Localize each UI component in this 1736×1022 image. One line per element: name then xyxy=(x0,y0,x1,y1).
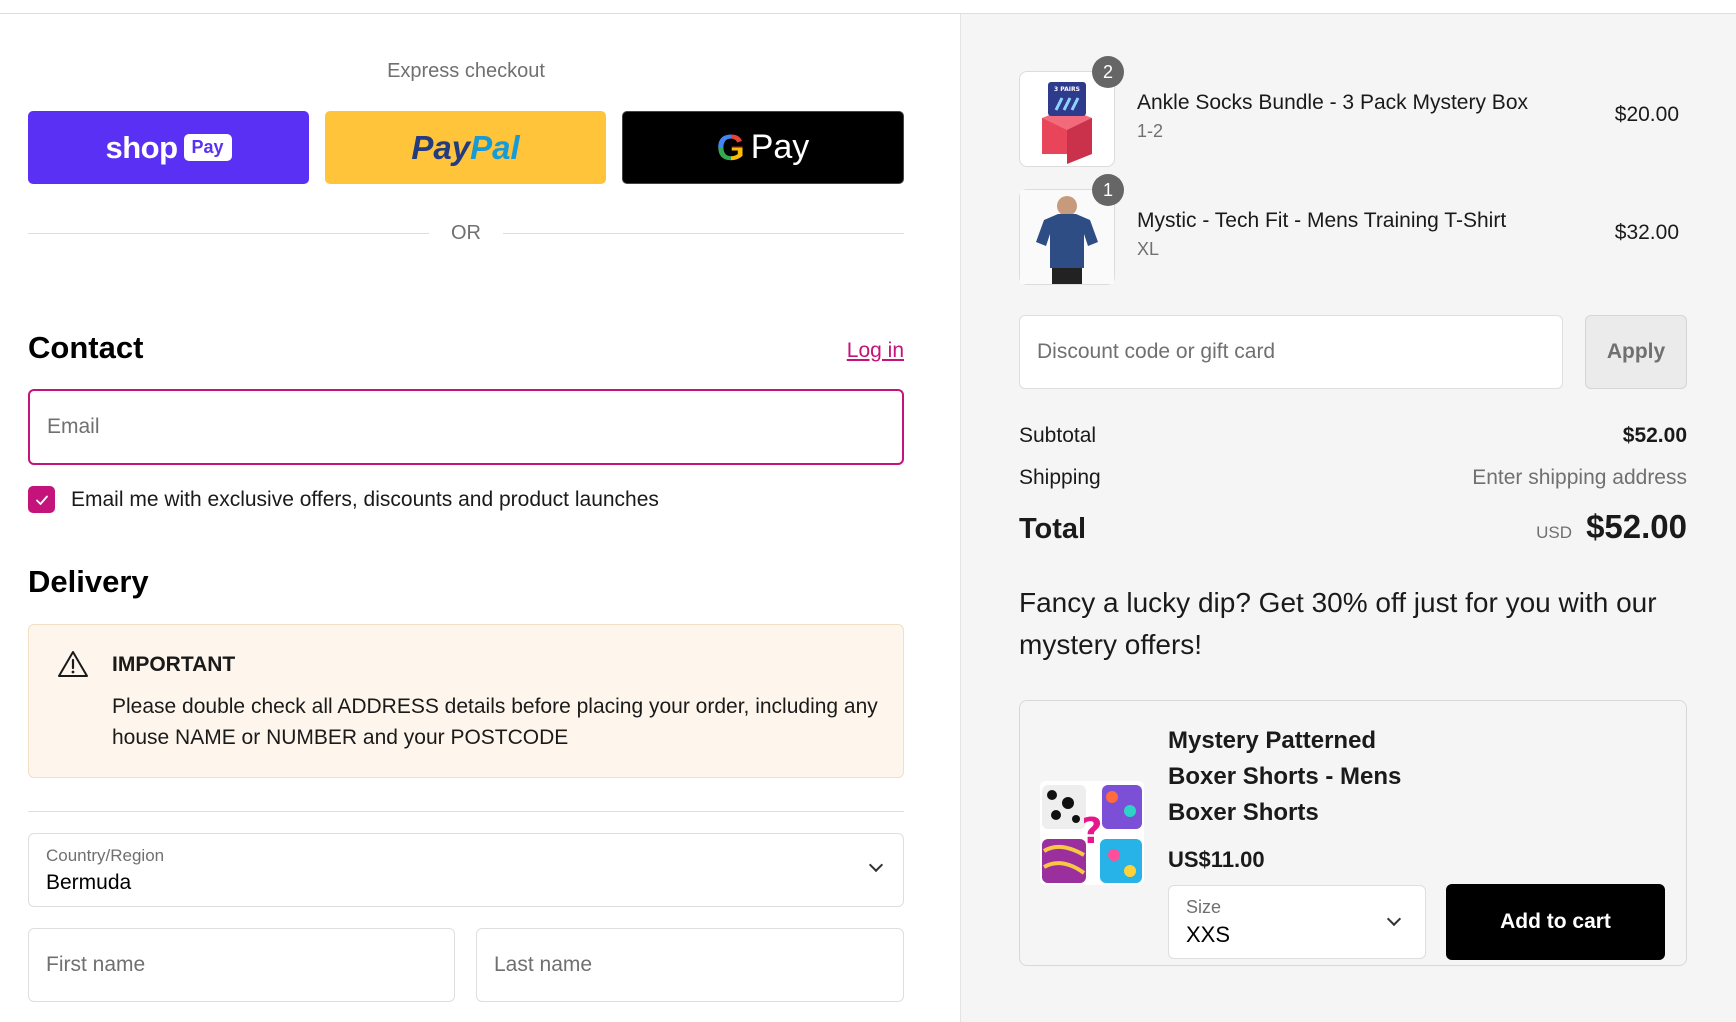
paypal-button[interactable]: PayPal xyxy=(325,111,606,184)
paypal-wordmark-pal: Pal xyxy=(470,128,520,166)
cart-item-variant: 1-2 xyxy=(1137,121,1164,141)
checkout-form-column: Express checkout shop Pay PayPal G Pay O… xyxy=(0,14,960,1022)
box-label-text: 3 PAIRS xyxy=(1054,86,1080,93)
upsell-offer-card: ? Mystery Patterned Boxer Shorts - Mens … xyxy=(1019,700,1687,966)
order-summary-column: 3 PAIRS 2 Ankle Socks Bundle - 3 Pack My… xyxy=(960,14,1736,1022)
marketing-checkbox-label: Email me with exclusive offers, discount… xyxy=(71,487,659,511)
shipping-label: Shipping xyxy=(1019,466,1101,489)
section-divider xyxy=(28,811,904,812)
size-value: XXS xyxy=(1186,922,1231,947)
or-line-right xyxy=(503,233,904,234)
express-checkout-title: Express checkout xyxy=(387,60,545,82)
chevron-down-icon xyxy=(868,857,884,873)
notice-title: IMPORTANT xyxy=(112,653,236,676)
or-text: OR xyxy=(451,222,481,244)
add-to-cart-button[interactable]: Add to cart xyxy=(1446,884,1665,960)
top-border xyxy=(0,0,1736,14)
shipping-value: Enter shipping address xyxy=(1472,466,1687,489)
google-pay-label: Pay xyxy=(750,128,810,166)
last-name-placeholder: Last name xyxy=(494,953,593,976)
boxer-shorts-image: ? xyxy=(1040,781,1144,885)
chevron-down-icon xyxy=(1386,911,1402,927)
cart-item: 1 Mystic - Tech Fit - Mens Training T-Sh… xyxy=(1019,174,1679,285)
email-placeholder: Email xyxy=(47,415,100,438)
country-region-label: Country/Region xyxy=(46,846,165,865)
checkmark-icon xyxy=(35,495,48,505)
total-label: Total xyxy=(1019,513,1087,545)
quantity-badge: 1 xyxy=(1092,174,1124,206)
cart-item-thumbnail: 1 xyxy=(1019,174,1124,285)
quantity-badge: 2 xyxy=(1092,56,1124,88)
paypal-wordmark-pay: Pay xyxy=(411,128,471,166)
paypal-wordmark: PayPal xyxy=(411,129,519,167)
google-pay-button[interactable]: G Pay xyxy=(622,111,904,184)
cart-item-name: Mystic - Tech Fit - Mens Training T-Shir… xyxy=(1137,209,1507,232)
total-amount: $52.00 xyxy=(1586,508,1687,545)
cart-item-name: Ankle Socks Bundle - 3 Pack Mystery Box xyxy=(1137,91,1528,114)
discount-placeholder: Discount code or gift card xyxy=(1037,340,1276,363)
shop-pay-badge: Pay xyxy=(183,134,232,161)
cart-item-variant: XL xyxy=(1137,239,1160,259)
important-notice: IMPORTANT Please double check all ADDRES… xyxy=(28,624,904,778)
cart-item: 3 PAIRS 2 Ankle Socks Bundle - 3 Pack My… xyxy=(1019,56,1679,167)
total-value-group: USD $52.00 xyxy=(1536,508,1687,546)
upsell-product-title: Mystery Patterned Boxer Shorts - Mens Bo… xyxy=(1168,727,1402,826)
shipping-row: Shipping Enter shipping address xyxy=(1019,466,1687,490)
size-label: Size xyxy=(1186,897,1222,917)
cart-item-thumbnail: 3 PAIRS 2 xyxy=(1019,56,1124,167)
subtotal-value: $52.00 xyxy=(1622,424,1687,447)
upsell-headline: Fancy a lucky dip? Get 30% off just for … xyxy=(1019,587,1657,660)
apply-discount-button[interactable]: Apply xyxy=(1585,315,1687,389)
or-divider: OR xyxy=(28,222,904,245)
total-row: Total USD $52.00 xyxy=(1019,508,1687,546)
size-select[interactable]: Size XXS xyxy=(1168,885,1426,959)
or-line-left xyxy=(28,233,429,234)
discount-code-input[interactable]: Discount code or gift card xyxy=(1019,315,1563,389)
svg-text:?: ? xyxy=(1082,811,1103,852)
warning-icon xyxy=(57,649,89,684)
google-pay-wordmark: G Pay xyxy=(717,127,810,169)
log-in-link[interactable]: Log in xyxy=(847,339,904,363)
first-name-field[interactable]: First name xyxy=(28,928,455,1002)
shop-pay-button[interactable]: shop Pay xyxy=(28,111,309,184)
subtotal-label: Subtotal xyxy=(1019,424,1097,447)
shop-pay-wordmark: shop xyxy=(105,129,178,165)
marketing-opt-in[interactable]: Email me with exclusive offers, discount… xyxy=(28,486,659,513)
country-region-select[interactable]: Country/Region Bermuda xyxy=(28,833,904,907)
upsell-product-price: US$11.00 xyxy=(1168,847,1265,872)
first-name-placeholder: First name xyxy=(46,953,146,976)
cart-item-price: $32.00 xyxy=(1614,221,1679,244)
marketing-checkbox[interactable] xyxy=(28,486,55,513)
country-region-value: Bermuda xyxy=(46,871,132,894)
delivery-heading: Delivery xyxy=(28,564,149,599)
notice-body: Please double check all ADDRESS details … xyxy=(112,695,878,749)
contact-heading: Contact xyxy=(28,330,144,365)
last-name-field[interactable]: Last name xyxy=(476,928,904,1002)
subtotal-row: Subtotal $52.00 xyxy=(1019,424,1687,448)
currency-code: USD xyxy=(1536,523,1573,542)
email-field[interactable]: Email xyxy=(28,389,904,465)
cart-item-price: $20.00 xyxy=(1614,103,1679,126)
google-g-icon: G xyxy=(716,126,745,168)
